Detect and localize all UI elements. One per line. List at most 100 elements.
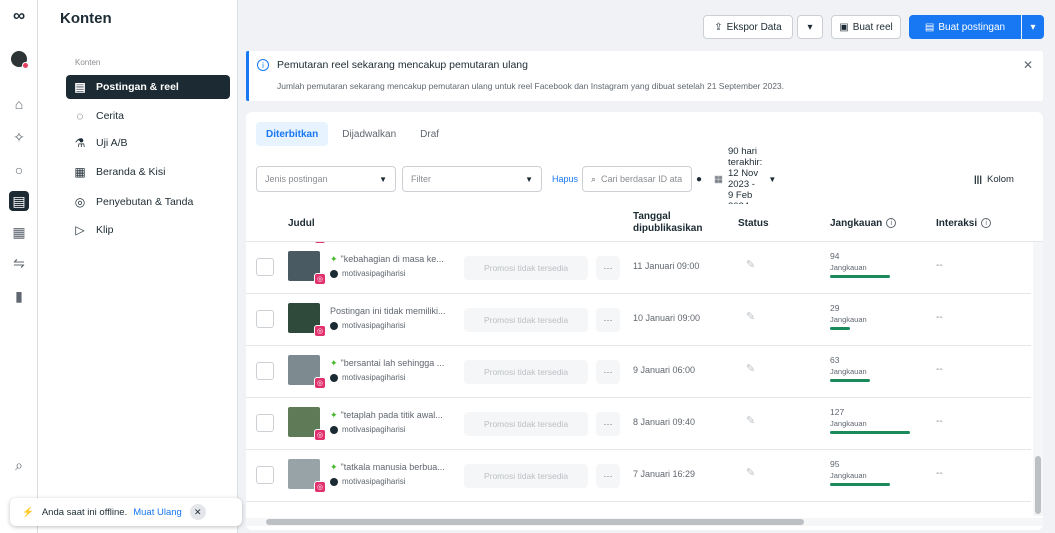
account-avatar — [330, 321, 338, 330]
reach-bar — [830, 379, 870, 382]
instagram-icon: ◎ — [314, 377, 326, 389]
column-published-date[interactable]: Tanggal dipublikasikan — [633, 204, 713, 242]
publish-date: 7 Januari 16:29 — [633, 469, 696, 479]
horizontal-scrollbar[interactable] — [246, 518, 1043, 526]
instagram-badge-icon — [22, 62, 29, 69]
vertical-scrollbar[interactable] — [1033, 204, 1043, 516]
post-caption[interactable]: Postingan ini tidak memiliki... — [330, 306, 458, 316]
search-input[interactable]: ⌕ Cari berdasar ID ata — [582, 166, 692, 192]
account-avatar — [330, 269, 338, 278]
interactions-value: -- — [936, 312, 943, 323]
post-account: motivasipagiharisi — [330, 269, 406, 278]
search-icon[interactable]: ⌕ — [9, 455, 29, 475]
sidebar-item-clips[interactable]: ▷ Klip — [66, 218, 230, 242]
row-checkbox[interactable] — [256, 362, 274, 380]
create-reel-button[interactable]: ▣ Buat reel — [831, 15, 901, 39]
sidebar-item-mentions[interactable]: ◎ Penyebutan & Tanda — [66, 190, 230, 214]
more-options-button[interactable]: ··· — [596, 412, 620, 436]
posts-panel: Diterbitkan Dijadwalkan Draf Jenis posti… — [246, 112, 1043, 530]
reach-cell: 127 Jangkauan — [830, 407, 910, 434]
more-options-button[interactable]: ··· — [596, 308, 620, 332]
chevron-down-icon: ▾ — [1030, 21, 1036, 33]
sidebar-item-label: Cerita — [96, 110, 125, 122]
post-account: motivasipagiharisi — [330, 373, 406, 382]
sidebar-item-posts[interactable]: ▤ Postingan & reel — [66, 75, 230, 99]
close-icon[interactable]: ✕ — [189, 504, 206, 520]
messages-icon[interactable]: ○ — [9, 160, 29, 180]
column-title[interactable]: Judul — [288, 204, 315, 242]
meta-logo-icon[interactable]: ∞ — [9, 6, 29, 26]
reach-bar — [830, 327, 850, 330]
promote-button[interactable]: Promosi tidak tersedia — [464, 308, 588, 332]
reach-cell: 94 Jangkauan — [830, 251, 890, 278]
account-avatar — [330, 477, 338, 486]
columns-button[interactable]: ||| Kolom — [974, 166, 1014, 192]
content-icon[interactable]: ▤ — [9, 191, 29, 211]
date-range-selector[interactable]: ▦90 hari terakhir: 12 Nov 2023 - 9 Feb 2… — [714, 146, 776, 212]
more-options-button[interactable]: ··· — [596, 464, 620, 488]
calendar-icon[interactable]: ▦ — [9, 222, 29, 242]
table-row[interactable]: ◎ ✦ "tetaplah pada titik awal... motivasi… — [246, 398, 1031, 450]
page-title: Konten — [60, 10, 112, 27]
post-thumbnail: ◎ — [288, 251, 326, 285]
promote-button[interactable]: Promosi tidak tersedia — [464, 256, 588, 280]
table-row[interactable]: ◎ Postingan ini tidak memiliki... motiva… — [246, 294, 1031, 346]
create-post-dropdown-button[interactable]: ▾ — [1022, 15, 1044, 39]
info-icon[interactable]: i — [981, 218, 992, 228]
column-status[interactable]: Status — [738, 204, 769, 242]
column-interactions[interactable]: Interaksi i — [936, 204, 992, 242]
home-icon[interactable]: ⌂ — [9, 94, 29, 114]
promote-button[interactable]: Promosi tidak tersedia — [464, 412, 588, 436]
column-reach[interactable]: Jangkauan i — [830, 204, 897, 242]
post-caption[interactable]: ✦ "bersantai lah sehingga ... — [330, 358, 458, 369]
mention-icon: ◎ — [74, 195, 86, 209]
chevron-down-icon: ▾ — [807, 21, 813, 33]
promote-button[interactable]: Promosi tidak tersedia — [464, 360, 588, 384]
tab-scheduled[interactable]: Dijadwalkan — [332, 122, 406, 146]
post-caption[interactable]: ✦ "tatkala manusia berbua... — [330, 462, 458, 473]
notifications-icon[interactable]: ✧ — [9, 127, 29, 147]
reel-icon: ▣ — [839, 21, 849, 33]
scrollbar-thumb[interactable] — [1035, 456, 1041, 514]
post-icon: ▤ — [924, 21, 935, 33]
promote-button[interactable]: Promosi tidak tersedia — [464, 464, 588, 488]
create-post-button[interactable]: ▤ Buat postingan — [909, 15, 1021, 39]
scrollbar-thumb[interactable] — [266, 519, 804, 525]
close-icon[interactable]: ✕ — [1023, 58, 1033, 72]
clear-filters-link[interactable]: Hapus — [552, 166, 578, 192]
ads-icon[interactable]: ⇋ — [9, 253, 29, 273]
reach-cell: 95 Jangkauan — [830, 459, 890, 486]
sidebar-item-stories[interactable]: ◌ Cerita — [66, 104, 230, 128]
reload-link[interactable]: Muat Ulang — [133, 507, 182, 518]
post-caption[interactable]: ✦ "kebahagian di masa ke... — [330, 254, 458, 265]
table-row[interactable]: ◎ ✦ "tatkala manusia berbua... motivasipa… — [246, 450, 1031, 502]
tab-drafts[interactable]: Draf — [410, 122, 449, 146]
sidebar-item-grid[interactable]: ▦ Beranda & Kisi — [66, 160, 230, 184]
more-options-button[interactable]: ··· — [596, 360, 620, 384]
export-dropdown-button[interactable]: ▾ — [797, 15, 823, 39]
post-type-select[interactable]: Jenis postingan ▼ — [256, 166, 396, 192]
filter-select[interactable]: Filter ▼ — [402, 166, 542, 192]
sidebar-item-label: Uji A/B — [96, 137, 128, 149]
icon-rail: ∞ ⌂ ✧ ○ ▤ ▦ ⇋ ▮ ⌕ — [0, 0, 38, 533]
export-data-button[interactable]: ⇪ Ekspor Data — [703, 15, 793, 39]
row-checkbox[interactable] — [256, 466, 274, 484]
reach-cell: 63 Jangkauan — [830, 355, 870, 382]
tab-published[interactable]: Diterbitkan — [256, 122, 329, 146]
tab-bar: Diterbitkan Dijadwalkan Draf — [256, 122, 453, 146]
table-row[interactable]: ◎ ✦ "kebahagian di masa ke... motivasipag… — [246, 242, 1031, 294]
publish-date: 11 Januari 09:00 — [633, 261, 700, 271]
content-nav: Konten Konten ▤ Postingan & reel ◌ Cerita … — [38, 0, 238, 533]
info-icon[interactable]: i — [886, 218, 897, 228]
avatar[interactable] — [11, 51, 29, 69]
table-row[interactable]: ◎ ✦ "bersantai lah sehingga ... motivasip… — [246, 346, 1031, 398]
post-caption[interactable]: ✦ "tetaplah pada titik awal... — [330, 410, 458, 421]
row-checkbox[interactable] — [256, 414, 274, 432]
row-checkbox[interactable] — [256, 310, 274, 328]
publish-date: 9 Januari 06:00 — [633, 365, 696, 375]
search-help-icon[interactable]: ● — [696, 166, 702, 192]
more-options-button[interactable]: ··· — [596, 256, 620, 280]
insights-icon[interactable]: ▮ — [9, 286, 29, 306]
sidebar-item-ab-test[interactable]: ⚗ Uji A/B — [66, 131, 230, 155]
row-checkbox[interactable] — [256, 258, 274, 276]
